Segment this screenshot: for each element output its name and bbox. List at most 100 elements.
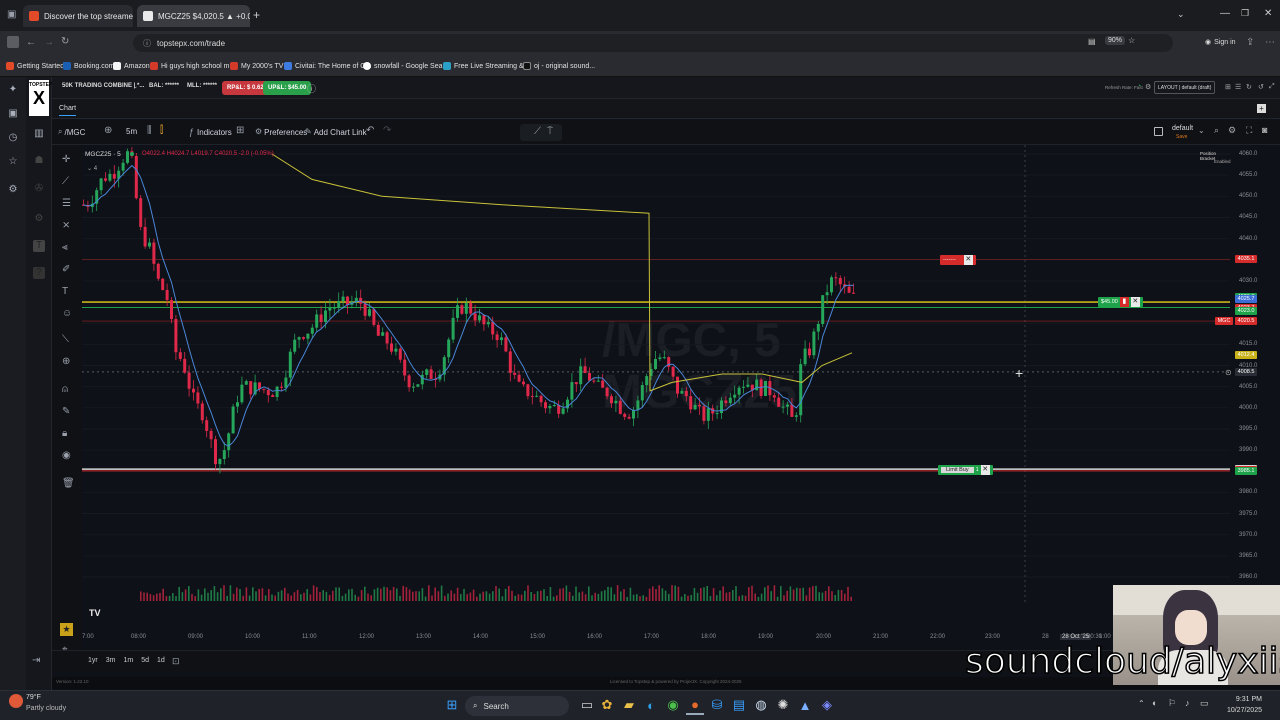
account-selector[interactable]: 50K TRADING COMBINE | *... bbox=[62, 83, 144, 89]
chart-nav-icon[interactable]: ▥ bbox=[33, 128, 45, 140]
chart-snapshot-icon[interactable]: ◙ bbox=[1262, 125, 1267, 135]
layout-add-icon[interactable]: ⊞ bbox=[1225, 83, 1231, 91]
icons-tool-icon[interactable]: ☺ bbox=[62, 309, 72, 319]
indicators-button[interactable]: ƒ Indicators bbox=[189, 127, 232, 137]
reader-view-icon[interactable]: ▤ bbox=[1088, 37, 1096, 46]
weather-icon[interactable] bbox=[9, 694, 23, 708]
layout-save-label[interactable]: Save bbox=[1176, 134, 1187, 140]
trend-line-icon[interactable]: ⟋ bbox=[62, 177, 69, 187]
firefox-taskbar-icon[interactable]: ● bbox=[686, 695, 704, 715]
sidebar-bookmarks-icon[interactable]: ▣ bbox=[7, 108, 19, 120]
photos-icon[interactable]: ✿ bbox=[598, 695, 616, 715]
favorite-star-icon[interactable]: ☆ bbox=[1128, 36, 1135, 45]
layout-undo-icon[interactable]: ↺ bbox=[1258, 83, 1264, 91]
logout-icon[interactable]: ⇥ bbox=[32, 656, 40, 666]
forward-icon[interactable]: → bbox=[44, 38, 54, 48]
projection-icon[interactable]: ⫷ bbox=[62, 243, 68, 253]
bookmark-original-sound[interactable]: oj - original sound... bbox=[523, 59, 595, 73]
limit-buy-tag[interactable]: Limit Buy 1 ✕ bbox=[938, 465, 993, 475]
limit-buy-cancel-icon[interactable]: ✕ bbox=[980, 465, 990, 475]
extensions-icon[interactable]: ⇪ bbox=[1246, 38, 1254, 48]
discord-icon[interactable]: ◈ bbox=[818, 695, 836, 715]
tray-network-icon[interactable]: ⚐ bbox=[1168, 698, 1176, 709]
range-5d[interactable]: 5d bbox=[141, 657, 149, 664]
refresh-icon[interactable]: ↻ bbox=[61, 37, 69, 47]
stay-drawing-icon[interactable]: ✎ bbox=[62, 407, 70, 417]
sidebar-toggle-icon[interactable] bbox=[7, 36, 19, 48]
measure-tool-icon[interactable]: ⍑ bbox=[547, 127, 553, 137]
trash-icon[interactable]: 🗑︎ bbox=[62, 479, 75, 489]
dom-nav-icon[interactable]: ✇ bbox=[33, 183, 45, 195]
bookmark-getting-started[interactable]: Getting Started bbox=[6, 59, 64, 73]
add-chart-link-button[interactable]: ✎ Add Chart Link bbox=[305, 127, 367, 137]
sidebar-history-icon[interactable]: ◷ bbox=[7, 132, 19, 144]
layout-checkbox[interactable] bbox=[1154, 127, 1163, 136]
people-nav-icon[interactable]: ☗ bbox=[33, 155, 45, 167]
range-1yr[interactable]: 1yr bbox=[88, 657, 98, 664]
settings-nav-icon[interactable]: ⚙ bbox=[33, 213, 45, 225]
ruler-icon[interactable]: ⟍ bbox=[62, 335, 69, 345]
layout-dropdown-icon[interactable]: ⌄ bbox=[1198, 126, 1205, 135]
templates-button[interactable]: ⊞ bbox=[236, 126, 244, 136]
position-close-icon[interactable]: ✕ bbox=[1130, 297, 1140, 307]
range-1d[interactable]: 1d bbox=[157, 657, 165, 664]
undo-button[interactable]: ↶ bbox=[366, 126, 374, 136]
weather-temp[interactable]: 79°F bbox=[26, 694, 41, 701]
sign-in-button[interactable]: ◉ Sign in bbox=[1205, 38, 1236, 47]
bookmark-civitai[interactable]: Civitai: The Home of O... bbox=[284, 59, 372, 73]
preferences-button[interactable]: ⚙ Preferences bbox=[255, 127, 307, 137]
chart-type-button[interactable]: ⫿ bbox=[160, 126, 163, 136]
layout-reload-icon[interactable]: ↻ bbox=[1246, 83, 1252, 91]
taskbar-search[interactable]: ⌕ Search bbox=[465, 696, 569, 716]
hide-icon[interactable]: ◉ bbox=[62, 451, 71, 461]
text-tool-icon[interactable]: T bbox=[62, 287, 68, 297]
close-window-icon[interactable]: ✕ bbox=[1264, 8, 1272, 19]
legend-collapse[interactable]: ⌄ 4 bbox=[87, 165, 97, 172]
new-tab-button[interactable]: + bbox=[253, 8, 260, 22]
layout-name[interactable]: default bbox=[1172, 125, 1193, 132]
chart-pane[interactable]: /MGC, 5 MGCZ25 MGCZ25 · 5 O4022.4 H4024.… bbox=[82, 145, 1231, 605]
sidebar-star-icon[interactable]: ☆ bbox=[7, 156, 19, 168]
start-icon[interactable]: ⊞ bbox=[443, 695, 461, 715]
bookmark-amazon[interactable]: Amazon bbox=[113, 59, 150, 73]
browser-menu-icon[interactable]: ▣ bbox=[7, 10, 16, 20]
position-reverse-icon[interactable]: ▮ bbox=[1119, 297, 1129, 307]
layout-save-icon[interactable]: ☰ bbox=[1235, 83, 1241, 91]
range-3m[interactable]: 3m bbox=[106, 657, 116, 664]
stop-cancel-icon[interactable]: ✕ bbox=[963, 255, 973, 265]
store-icon[interactable]: ⛁ bbox=[708, 695, 726, 715]
browser-more-icon[interactable]: ⋯ bbox=[1265, 38, 1275, 48]
stop-order-tag[interactable]: ------- ✕ bbox=[940, 255, 976, 265]
interval-selector[interactable]: 5m bbox=[126, 127, 137, 136]
tray-overflow-icon[interactable]: ⌃ bbox=[1138, 699, 1145, 708]
info-icon[interactable]: ⓘ bbox=[307, 82, 316, 95]
help-nav-icon[interactable]: ? bbox=[33, 267, 45, 279]
connection-settings-icon[interactable]: ⚙ bbox=[1145, 83, 1151, 91]
openai-icon[interactable]: ✺ bbox=[774, 695, 792, 715]
tradingview-logo[interactable]: TV bbox=[89, 608, 101, 618]
tab-topstepx[interactable]: MGCZ25 $4,020.5 ▲ +0.02% ✕ bbox=[137, 5, 250, 27]
mail-icon[interactable]: ▤ bbox=[730, 695, 748, 715]
clock-time[interactable]: 9:31 PM bbox=[1222, 696, 1262, 703]
bookmark-2000s-tv[interactable]: My 2000's TV! bbox=[230, 59, 285, 73]
fullscreen-icon[interactable]: ⤢ bbox=[1269, 83, 1275, 91]
task-view-icon[interactable]: ▭ bbox=[578, 695, 596, 715]
bar-style-button[interactable]: ⫼ bbox=[147, 126, 152, 136]
favorites-star-icon[interactable]: ★ bbox=[60, 623, 73, 636]
alert-add-icon[interactable]: ⊙ bbox=[1225, 368, 1232, 377]
bookmark-snowfall[interactable]: snowfall - Google Sea... bbox=[363, 59, 448, 73]
brush-icon[interactable]: ✐ bbox=[62, 265, 70, 275]
topstep-logo[interactable]: TOPSTEP X bbox=[29, 80, 52, 116]
tray-battery-icon[interactable]: ▭ bbox=[1200, 698, 1209, 709]
zoom-level[interactable]: 90% bbox=[1105, 36, 1126, 45]
back-icon[interactable]: ← bbox=[26, 38, 36, 48]
line-tool-icon[interactable]: ⟋ bbox=[534, 127, 541, 137]
tab-chart[interactable]: Chart bbox=[59, 105, 77, 116]
edge-icon[interactable]: ◐ bbox=[642, 695, 660, 715]
minimize-icon[interactable]: — bbox=[1220, 8, 1230, 19]
crosshair-icon[interactable]: ✛ bbox=[62, 155, 70, 165]
add-panel-icon[interactable]: + bbox=[1257, 104, 1266, 113]
steam-icon[interactable]: ◍ bbox=[752, 695, 770, 715]
site-info-icon[interactable]: ⓘ bbox=[143, 38, 151, 49]
sidebar-settings-icon[interactable]: ⚙ bbox=[7, 184, 19, 196]
